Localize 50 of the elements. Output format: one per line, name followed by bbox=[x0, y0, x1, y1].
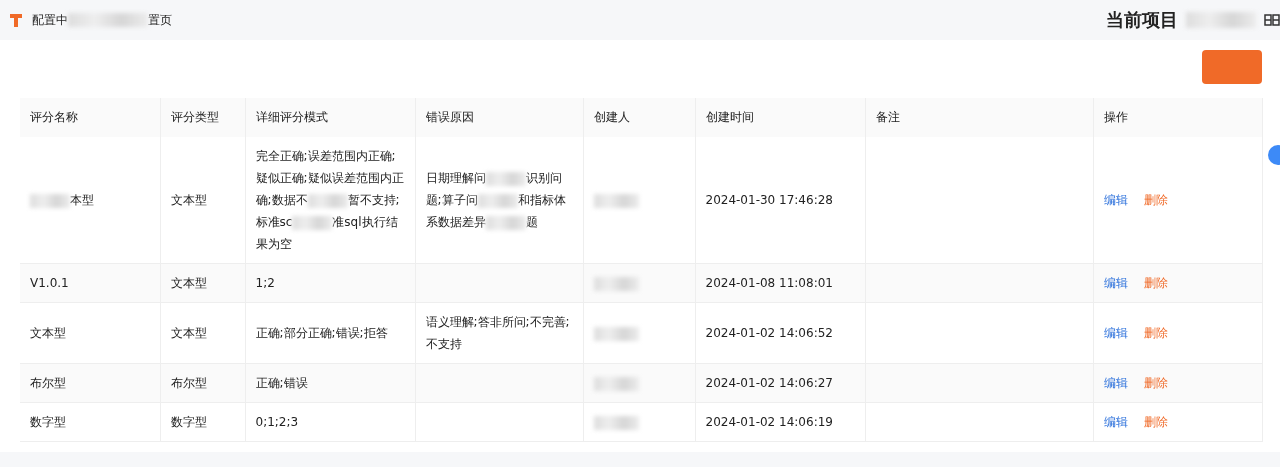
redacted-block bbox=[485, 215, 526, 230]
redacted-block bbox=[292, 215, 333, 230]
edit-link[interactable]: 编辑 bbox=[1103, 326, 1128, 340]
page-title: 配置中 置页 bbox=[32, 11, 172, 29]
cell-text: 2024-01-08 11:08:01 bbox=[705, 276, 833, 290]
redacted-block bbox=[307, 193, 348, 208]
cell-text: 文本型 bbox=[170, 276, 207, 290]
edit-link[interactable]: 编辑 bbox=[1103, 193, 1128, 207]
cell-text: 布尔型 bbox=[30, 376, 66, 390]
column-header: 详细评分模式 bbox=[245, 98, 415, 137]
delete-link[interactable]: 删除 bbox=[1143, 276, 1168, 290]
cell-text: 数字型 bbox=[170, 415, 207, 429]
redacted-block bbox=[485, 171, 526, 186]
column-header: 错误原因 bbox=[415, 98, 583, 137]
cell-text: 正确;部分正确;错误;拒答 bbox=[255, 326, 388, 340]
cell-text: 正确;错误 bbox=[255, 376, 308, 390]
cell-text: 0;1;2;3 bbox=[255, 415, 299, 429]
book-icon[interactable] bbox=[1264, 13, 1280, 27]
cell-text: 2024-01-02 14:06:19 bbox=[705, 415, 833, 429]
redacted-block bbox=[477, 193, 518, 208]
cell-text: 完全正确;误差范围内正确;疑似正确;疑似误差范围内正确;数据不 暂不支持;标准sc 准sql执行结果为空 bbox=[255, 148, 405, 253]
column-header: 备注 bbox=[865, 98, 1093, 137]
cell-text: 2024-01-30 17:46:28 bbox=[705, 193, 833, 207]
logo-icon bbox=[8, 12, 24, 28]
edit-link[interactable]: 编辑 bbox=[1103, 376, 1128, 390]
column-header: 创建人 bbox=[583, 98, 695, 137]
delete-link[interactable]: 删除 bbox=[1143, 326, 1168, 340]
cell-text: 1;2 bbox=[255, 276, 275, 290]
column-header: 评分名称 bbox=[20, 98, 160, 137]
cell-text: 本型 bbox=[30, 189, 150, 211]
project-label: 当前项目 bbox=[1106, 8, 1178, 32]
cell-text: 数字型 bbox=[30, 415, 66, 429]
edit-link[interactable]: 编辑 bbox=[1103, 415, 1128, 429]
delete-link[interactable]: 删除 bbox=[1143, 376, 1168, 390]
cell-text: 文本型 bbox=[170, 193, 207, 207]
cell-text: 文本型 bbox=[30, 326, 66, 340]
cell-text: 2024-01-02 14:06:27 bbox=[705, 376, 833, 390]
cell-text: 语义理解;答非所问;不完善;不支持 bbox=[425, 315, 570, 351]
column-header: 评分类型 bbox=[160, 98, 245, 137]
edit-link[interactable]: 编辑 bbox=[1103, 276, 1128, 290]
cell-text: V1.0.1 bbox=[30, 276, 69, 290]
cell-text: 文本型 bbox=[170, 326, 207, 340]
delete-link[interactable]: 删除 bbox=[1143, 193, 1168, 207]
cell-text: 布尔型 bbox=[170, 376, 207, 390]
cell-text: 日期理解问 识别问题;算子问 和指标体系数据差异 题 bbox=[425, 170, 567, 232]
delete-link[interactable]: 删除 bbox=[1143, 415, 1168, 429]
column-header: 操作 bbox=[1093, 98, 1262, 137]
redacted-block bbox=[1186, 12, 1256, 28]
column-header: 创建时间 bbox=[695, 98, 865, 137]
cell-text: 2024-01-02 14:06:52 bbox=[705, 326, 833, 340]
